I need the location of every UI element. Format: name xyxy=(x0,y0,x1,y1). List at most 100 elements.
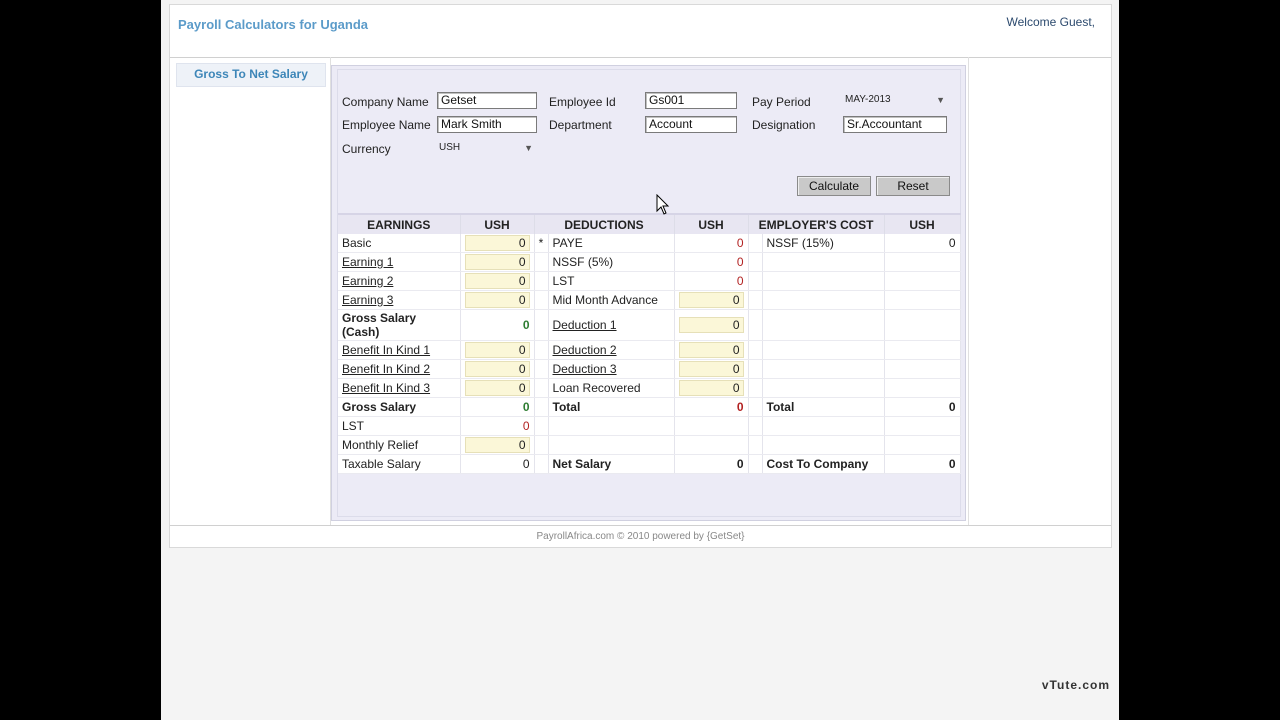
benefit-in-kind-2-input[interactable]: 0 xyxy=(464,361,530,377)
earning-1-link[interactable]: Earning 1 xyxy=(342,255,393,269)
earning-label[interactable]: Earning 2 xyxy=(338,271,461,291)
earning-value-cell[interactable]: 0 xyxy=(460,252,535,272)
earning-value-cell[interactable]: 0 xyxy=(460,290,535,310)
page-footer: PayrollAfrica.com © 2010 powered by {Get… xyxy=(170,525,1111,548)
empty-cell xyxy=(674,435,749,455)
spacer-cell xyxy=(534,416,549,436)
earning-2-input[interactable]: 0 xyxy=(464,273,530,289)
empty-cell xyxy=(762,309,885,341)
spacer-cell xyxy=(534,340,549,360)
earning-label[interactable]: Benefit In Kind 1 xyxy=(338,340,461,360)
deduction-label[interactable]: Deduction 1 xyxy=(548,309,675,341)
earning-label[interactable]: Benefit In Kind 2 xyxy=(338,359,461,379)
deduction-value-cell[interactable]: 0 xyxy=(674,378,749,398)
gross-salary-cash-value: 0 xyxy=(460,309,535,341)
deduction-label[interactable]: Deduction 3 xyxy=(548,359,675,379)
table-row: Earning 3 0 Mid Month Advance 0 xyxy=(338,290,961,310)
earning-value-cell[interactable]: 0 xyxy=(460,271,535,291)
benefit-in-kind-3-input[interactable]: 0 xyxy=(464,380,530,396)
employee-name-input[interactable]: Mark Smith xyxy=(437,116,537,133)
benefit-in-kind-1-link[interactable]: Benefit In Kind 1 xyxy=(342,343,430,357)
deductions-header: DEDUCTIONS xyxy=(534,213,675,234)
earning-label[interactable]: Benefit In Kind 3 xyxy=(338,378,461,398)
earning-3-input[interactable]: 0 xyxy=(464,292,530,308)
spacer-cell xyxy=(748,309,763,341)
earning-label[interactable]: Earning 3 xyxy=(338,290,461,310)
empty-cell xyxy=(674,416,749,436)
spacer-cell xyxy=(534,290,549,310)
empty-cell xyxy=(762,378,885,398)
employer-cost-currency-header: USH xyxy=(884,213,961,234)
app-title: Payroll Calculators for Uganda xyxy=(178,17,368,32)
empty-cell xyxy=(884,271,961,291)
sidebar-link-label[interactable]: Gross To Net Salary xyxy=(177,64,325,84)
deduction-value: 0 xyxy=(674,271,749,291)
table-row: Benefit In Kind 3 0 Loan Recovered 0 xyxy=(338,378,961,398)
pay-period-select[interactable]: MAY-2013 ▼ xyxy=(843,92,948,108)
reset-button[interactable]: Reset xyxy=(876,176,950,196)
spacer-cell xyxy=(534,252,549,272)
calculate-button[interactable]: Calculate xyxy=(797,176,871,196)
empty-cell xyxy=(762,290,885,310)
table-row: Benefit In Kind 2 0 Deduction 3 0 xyxy=(338,359,961,379)
table-row: Earning 2 0 LST 0 xyxy=(338,271,961,291)
deductions-currency-header: USH xyxy=(674,213,749,234)
earning-label: Basic xyxy=(338,234,461,253)
taxable-salary-label: Taxable Salary xyxy=(338,454,461,474)
total-deductions-label: Total xyxy=(548,397,675,417)
employee-name-label: Employee Name xyxy=(342,118,431,132)
empty-cell xyxy=(884,340,961,360)
loan-recovered-input[interactable]: 0 xyxy=(678,380,744,396)
spacer-cell xyxy=(748,340,763,360)
designation-input[interactable]: Sr.Accountant xyxy=(843,116,947,133)
earning-value-cell[interactable]: 0 xyxy=(460,359,535,379)
empty-cell xyxy=(762,271,885,291)
table-row: Taxable Salary 0 Net Salary 0 Cost To Co… xyxy=(338,454,961,474)
required-marker: * xyxy=(534,234,549,253)
earning-value-cell[interactable]: 0 xyxy=(460,378,535,398)
deduction-value-cell[interactable]: 0 xyxy=(674,309,749,341)
table-row: Gross Salary (Cash) 0 Deduction 1 0 xyxy=(338,309,961,341)
deduction-2-link[interactable]: Deduction 2 xyxy=(553,343,617,357)
earning-value-cell[interactable]: 0 xyxy=(460,340,535,360)
spacer-cell xyxy=(748,416,763,436)
deduction-1-link[interactable]: Deduction 1 xyxy=(553,318,617,332)
earning-1-input[interactable]: 0 xyxy=(464,254,530,270)
basic-input[interactable]: 0 xyxy=(464,235,530,251)
benefit-in-kind-2-link[interactable]: Benefit In Kind 2 xyxy=(342,362,430,376)
empty-cell xyxy=(884,290,961,310)
earning-2-link[interactable]: Earning 2 xyxy=(342,274,393,288)
total-employer-cost-label: Total xyxy=(762,397,885,417)
sidebar-item-gross-to-net[interactable]: Gross To Net Salary xyxy=(176,63,326,87)
company-name-input[interactable]: Getset xyxy=(437,92,537,109)
deduction-value-cell[interactable]: 0 xyxy=(674,340,749,360)
earnings-currency-header: USH xyxy=(460,213,535,234)
earning-value-cell[interactable]: 0 xyxy=(460,234,535,253)
spacer-cell xyxy=(534,359,549,379)
earning-3-link[interactable]: Earning 3 xyxy=(342,293,393,307)
department-input[interactable]: Account xyxy=(645,116,737,133)
deduction-value-cell[interactable]: 0 xyxy=(674,290,749,310)
earning-value-cell[interactable]: 0 xyxy=(460,435,535,455)
monthly-relief-input[interactable]: 0 xyxy=(464,437,530,453)
deduction-2-input[interactable]: 0 xyxy=(678,342,744,358)
earnings-header: EARNINGS xyxy=(338,213,461,234)
deduction-label[interactable]: Deduction 2 xyxy=(548,340,675,360)
spacer-cell xyxy=(534,397,549,417)
deduction-3-link[interactable]: Deduction 3 xyxy=(553,362,617,376)
earning-label[interactable]: Earning 1 xyxy=(338,252,461,272)
deduction-value-cell[interactable]: 0 xyxy=(674,359,749,379)
benefit-in-kind-1-input[interactable]: 0 xyxy=(464,342,530,358)
mid-month-advance-input[interactable]: 0 xyxy=(678,292,744,308)
calculator-form: Company Name Getset Employee Id Gs001 Pa… xyxy=(337,69,961,517)
deduction-1-input[interactable]: 0 xyxy=(678,317,744,333)
cost-to-company-label: Cost To Company xyxy=(762,454,885,474)
empty-cell xyxy=(762,416,885,436)
benefit-in-kind-3-link[interactable]: Benefit In Kind 3 xyxy=(342,381,430,395)
deduction-3-input[interactable]: 0 xyxy=(678,361,744,377)
pay-period-label: Pay Period xyxy=(752,95,811,109)
currency-select[interactable]: USH ▼ xyxy=(437,140,536,156)
employee-id-input[interactable]: Gs001 xyxy=(645,92,737,109)
spacer-cell xyxy=(534,454,549,474)
net-salary-value: 0 xyxy=(674,454,749,474)
